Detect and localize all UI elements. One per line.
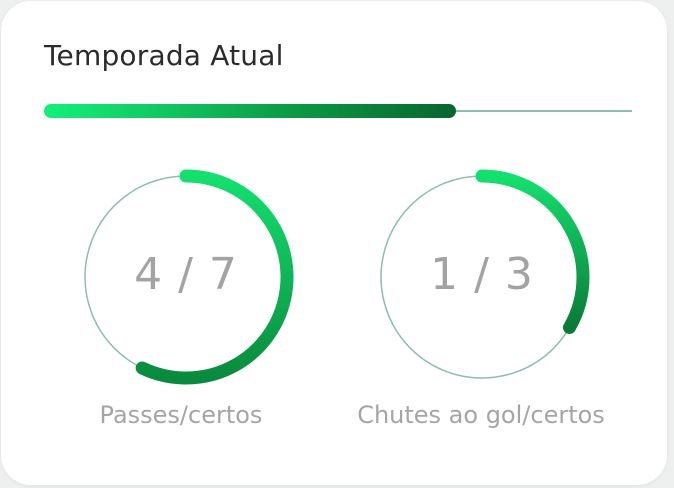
- passes-stat-ring: 4 / 7: [76, 167, 296, 387]
- shots-stat-ring: 1 / 3: [372, 167, 592, 387]
- card-title: Temporada Atual: [44, 39, 284, 72]
- passes-label: Passes/certos: [99, 401, 263, 429]
- season-stats-card: Temporada Atual 4 / 7 Passes/certos 1 / …: [1, 1, 667, 485]
- season-progress-fill: [44, 104, 456, 118]
- season-progress-bar: [44, 104, 632, 118]
- passes-value: 4 / 7: [134, 249, 238, 300]
- shots-label: Chutes ao gol/certos: [357, 401, 605, 429]
- shots-value: 1 / 3: [430, 249, 534, 300]
